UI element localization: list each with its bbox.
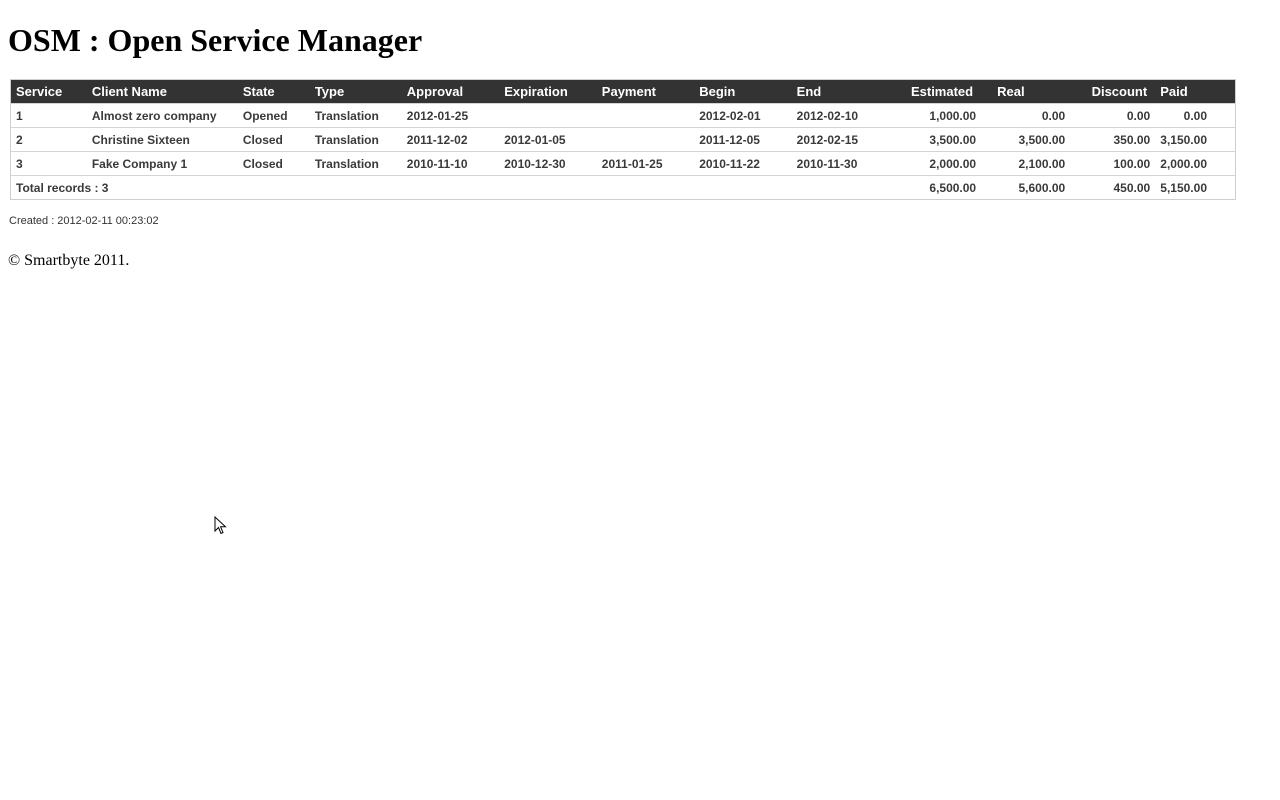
cell-expiration: 2010-12-30 [499, 151, 597, 176]
cell-discount: 350.00 [1070, 127, 1156, 152]
cell-service: 2 [10, 127, 87, 152]
table-row[interactable]: 3 Fake Company 1 Closed Translation 2010… [10, 151, 1236, 176]
cell-end: 2012-02-15 [791, 127, 890, 152]
cell-estimated: 1,000.00 [889, 103, 982, 128]
mouse-cursor-icon [214, 516, 227, 535]
column-header-paid[interactable]: Paid [1155, 80, 1235, 104]
total-real: 5,600.00 [981, 175, 1071, 200]
column-header-end[interactable]: End [792, 80, 889, 104]
cell-type: Translation [309, 103, 402, 128]
column-header-approval[interactable]: Approval [402, 80, 499, 104]
column-header-expiration[interactable]: Expiration [499, 80, 597, 104]
total-estimated: 6,500.00 [889, 175, 982, 200]
cell-estimated: 2,000.00 [889, 151, 982, 176]
cell-payment [596, 127, 695, 152]
total-discount: 450.00 [1070, 175, 1156, 200]
cell-client-name: Fake Company 1 [86, 151, 238, 176]
cell-client-name: Almost zero company [86, 103, 238, 128]
column-header-begin[interactable]: Begin [694, 80, 791, 104]
cell-state: Closed [237, 127, 310, 152]
cell-paid: 2,000.00 [1155, 151, 1236, 176]
column-header-client-name[interactable]: Client Name [87, 80, 238, 104]
cell-end: 2012-02-10 [791, 103, 890, 128]
cell-payment: 2011-01-25 [596, 151, 695, 176]
copyright-notice: © Smartbyte 2011. [8, 252, 130, 269]
column-header-payment[interactable]: Payment [597, 80, 694, 104]
cell-begin: 2011-12-05 [694, 127, 792, 152]
total-records-label: Total records : 3 [10, 175, 890, 200]
column-header-service[interactable]: Service [11, 80, 87, 104]
cell-discount: 0.00 [1070, 103, 1156, 128]
cell-approval: 2012-01-25 [401, 103, 500, 128]
cell-begin: 2012-02-01 [694, 103, 792, 128]
column-header-estimated[interactable]: Estimated [889, 80, 981, 104]
total-paid: 5,150.00 [1155, 175, 1236, 200]
cell-approval: 2010-11-10 [401, 151, 500, 176]
created-timestamp: Created : 2012-02-11 00:23:02 [9, 215, 159, 227]
cell-state: Opened [237, 103, 310, 128]
cell-paid: 0.00 [1155, 103, 1236, 128]
cell-real: 0.00 [981, 103, 1071, 128]
table-header-row: Service Client Name State Type Approval … [10, 79, 1236, 104]
cell-type: Translation [309, 127, 402, 152]
cell-estimated: 3,500.00 [889, 127, 982, 152]
column-header-type[interactable]: Type [310, 80, 402, 104]
table-row[interactable]: 2 Christine Sixteen Closed Translation 2… [10, 127, 1236, 152]
cell-type: Translation [309, 151, 402, 176]
cell-service: 1 [10, 103, 87, 128]
cell-expiration: 2012-01-05 [499, 127, 597, 152]
cell-payment [596, 103, 695, 128]
column-header-discount[interactable]: Discount [1070, 80, 1155, 104]
table-row[interactable]: 1 Almost zero company Opened Translation… [10, 103, 1236, 128]
totals-row: Total records : 3 6,500.00 5,600.00 450.… [10, 175, 1236, 200]
cell-approval: 2011-12-02 [401, 127, 500, 152]
cell-begin: 2010-11-22 [694, 151, 792, 176]
cell-state: Closed [237, 151, 310, 176]
cell-service: 3 [10, 151, 87, 176]
cell-expiration [499, 103, 597, 128]
column-header-real[interactable]: Real [981, 80, 1070, 104]
cell-client-name: Christine Sixteen [86, 127, 238, 152]
cell-discount: 100.00 [1070, 151, 1156, 176]
cell-end: 2010-11-30 [791, 151, 890, 176]
cell-paid: 3,150.00 [1155, 127, 1236, 152]
cell-real: 2,100.00 [981, 151, 1071, 176]
page-title: OSM : Open Service Manager [8, 22, 423, 58]
cell-real: 3,500.00 [981, 127, 1071, 152]
column-header-state[interactable]: State [238, 80, 310, 104]
services-table: Service Client Name State Type Approval … [10, 79, 1236, 200]
